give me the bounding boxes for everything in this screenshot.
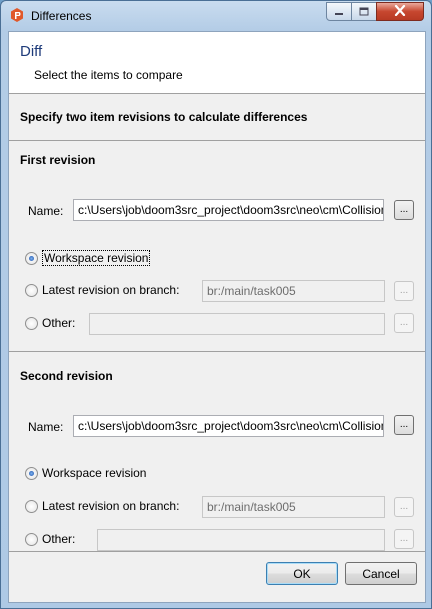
instruction-text: Specify two item revisions to calculate … bbox=[20, 110, 308, 124]
close-button[interactable] bbox=[376, 2, 424, 21]
second-workspace-label: Workspace revision bbox=[42, 466, 147, 480]
first-other-label: Other: bbox=[42, 316, 76, 330]
minimize-icon bbox=[334, 5, 344, 19]
second-other-radio[interactable]: Other: bbox=[25, 532, 75, 546]
first-other-radio[interactable]: Other: bbox=[25, 316, 75, 330]
first-branch-browse-button[interactable]: ... bbox=[394, 281, 414, 301]
maximize-button[interactable] bbox=[351, 2, 377, 21]
first-other-browse-button[interactable]: ... bbox=[394, 313, 414, 333]
radio-unchecked-icon bbox=[25, 316, 38, 330]
radio-unchecked-icon bbox=[25, 499, 38, 513]
cancel-button[interactable]: Cancel bbox=[345, 562, 417, 585]
second-workspace-radio[interactable]: Workspace revision bbox=[25, 466, 146, 480]
second-branch-input[interactable]: br:/main/task005 bbox=[202, 496, 385, 518]
first-workspace-label: Workspace revision bbox=[42, 250, 151, 266]
second-other-input[interactable] bbox=[97, 529, 385, 551]
first-branch-input[interactable]: br:/main/task005 bbox=[202, 280, 385, 302]
dialog-body: Diff Select the items to compare Specify… bbox=[8, 31, 426, 603]
maximize-icon bbox=[359, 5, 369, 19]
first-name-label: Name: bbox=[28, 204, 64, 218]
dialog-header: Diff Select the items to compare bbox=[9, 32, 425, 94]
second-revision-title: Second revision bbox=[20, 369, 113, 383]
divider bbox=[9, 351, 425, 352]
first-name-browse-button[interactable]: ... bbox=[394, 200, 414, 220]
ok-button[interactable]: OK bbox=[266, 562, 338, 585]
second-name-browse-button[interactable]: ... bbox=[394, 415, 414, 435]
second-branch-radio[interactable]: Latest revision on branch: bbox=[25, 499, 179, 513]
radio-checked-icon bbox=[25, 251, 38, 265]
first-branch-label: Latest revision on branch: bbox=[42, 283, 180, 297]
radio-checked-icon bbox=[25, 466, 38, 480]
second-other-label: Other: bbox=[42, 532, 76, 546]
page-subtitle: Select the items to compare bbox=[34, 68, 183, 82]
differences-dialog: Differences Diff Select the items to com… bbox=[0, 0, 432, 609]
window-title: Differences bbox=[31, 9, 92, 23]
divider bbox=[9, 140, 425, 141]
app-logo-icon bbox=[9, 7, 25, 23]
close-icon bbox=[394, 4, 406, 19]
second-branch-browse-button[interactable]: ... bbox=[394, 497, 414, 517]
first-other-input[interactable] bbox=[89, 313, 385, 335]
second-branch-label: Latest revision on branch: bbox=[42, 499, 180, 513]
minimize-button[interactable] bbox=[326, 2, 352, 21]
second-name-input[interactable]: c:\Users\job\doom3src_project\doom3src\n… bbox=[73, 415, 384, 437]
second-name-label: Name: bbox=[28, 420, 64, 434]
first-name-input[interactable]: c:\Users\job\doom3src_project\doom3src\n… bbox=[73, 199, 384, 221]
second-other-browse-button[interactable]: ... bbox=[394, 529, 414, 549]
radio-unchecked-icon bbox=[25, 283, 38, 297]
page-title: Diff bbox=[20, 43, 43, 60]
first-revision-title: First revision bbox=[20, 153, 96, 167]
first-workspace-radio[interactable]: Workspace revision bbox=[25, 250, 151, 266]
first-branch-radio[interactable]: Latest revision on branch: bbox=[25, 283, 179, 297]
title-bar[interactable]: Differences bbox=[1, 1, 431, 31]
dialog-footer: OK Cancel bbox=[9, 551, 425, 602]
radio-unchecked-icon bbox=[25, 532, 38, 546]
